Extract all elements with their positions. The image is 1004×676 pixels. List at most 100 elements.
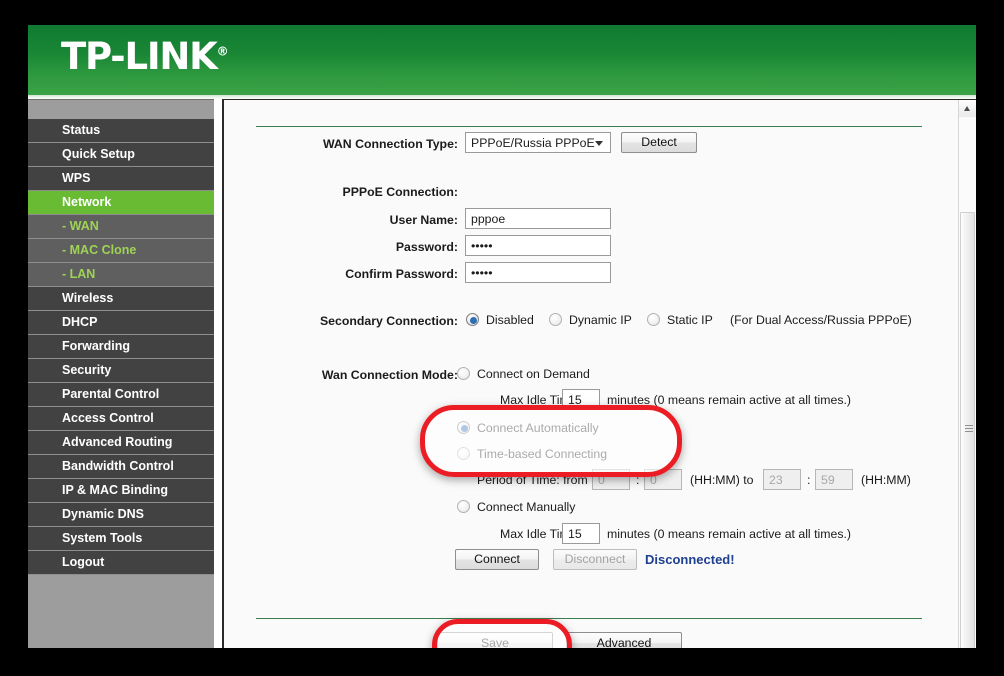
sidebar-item-label: - MAC Clone <box>62 243 137 257</box>
period-of-time-label: Period of Time: from <box>477 473 588 487</box>
sidebar-item-label: - WAN <box>62 219 99 233</box>
logo-text: TP-LINK <box>61 35 218 78</box>
sidebar-item-label: Parental Control <box>62 387 160 401</box>
sidebar-item-lan[interactable]: - LAN <box>28 263 214 287</box>
sidebar-item-label: Wireless <box>62 291 114 305</box>
pppoe-connection-label: PPPoE Connection: <box>342 185 458 199</box>
sidebar-item-label: - LAN <box>62 267 96 281</box>
connect-automatically-label: Connect Automatically <box>477 421 599 435</box>
scroll-up-arrow-icon[interactable] <box>959 100 976 117</box>
sidebar-item-dynamic-dns[interactable]: Dynamic DNS <box>28 503 214 527</box>
sidebar-item-label: DHCP <box>62 315 98 329</box>
password-label: Password: <box>395 240 458 254</box>
detect-button[interactable]: Detect <box>621 132 697 153</box>
sidebar-item-label: WPS <box>62 171 91 185</box>
sidebar-item-ip-mac-binding[interactable]: IP & MAC Binding <box>28 479 214 503</box>
secondary-static-ip-label: Static IP <box>667 313 713 327</box>
sidebar-item-parental-control[interactable]: Parental Control <box>28 383 214 407</box>
scrollbar-thumb[interactable] <box>960 212 975 648</box>
period-format-hint-1: (HH:MM) to <box>690 473 754 487</box>
period-from-hour-input[interactable] <box>592 469 630 490</box>
sidebar-item-label: Security <box>62 363 112 377</box>
secondary-dynamic-ip-radio[interactable] <box>549 313 562 326</box>
user-name-label: User Name: <box>389 213 458 227</box>
sidebar-item-dhcp[interactable]: DHCP <box>28 311 214 335</box>
connect-automatically-radio[interactable] <box>457 421 470 434</box>
sidebar-item-forwarding[interactable]: Forwarding <box>28 335 214 359</box>
sidebar-item-logout[interactable]: Logout <box>28 551 214 575</box>
manual-max-idle-time-input[interactable] <box>562 523 600 544</box>
sidebar-item-label: Status <box>62 123 101 137</box>
connect-on-demand-label: Connect on Demand <box>477 367 590 381</box>
registered-trademark-icon: ® <box>216 44 229 59</box>
divider-top <box>256 126 922 127</box>
secondary-static-ip-radio[interactable] <box>647 313 660 326</box>
user-name-input[interactable] <box>465 208 611 229</box>
divider-bottom <box>256 618 922 619</box>
sidebar-item-security[interactable]: Security <box>28 359 214 383</box>
sidebar-top-spacer <box>28 100 214 119</box>
time-based-connecting-radio[interactable] <box>457 447 470 460</box>
secondary-connection-note: (For Dual Access/Russia PPPoE) <box>730 313 912 327</box>
header-banner: TP-LINK® <box>28 25 976 95</box>
scrollbar-track[interactable] <box>959 117 976 648</box>
wan-connection-mode-label: Wan Connection Mode: <box>321 368 458 382</box>
secondary-dynamic-ip-label: Dynamic IP <box>569 313 632 327</box>
secondary-disabled-radio[interactable] <box>466 313 479 326</box>
scrollbar-grip-icon <box>965 425 973 433</box>
sidebar-item-quick-setup[interactable]: Quick Setup <box>28 143 214 167</box>
wan-connection-type-value: PPPoE/Russia PPPoE <box>471 136 595 150</box>
sidebar-item-label: Forwarding <box>62 339 131 353</box>
disconnect-button: Disconnect <box>553 549 637 570</box>
sidebar-item-label: Logout <box>62 555 105 569</box>
page-body: Status Quick Setup WPS Network - WAN - MAC Cl… <box>28 99 976 648</box>
sidebar-item-wireless[interactable]: Wireless <box>28 287 214 311</box>
sidebar-item-mac-clone[interactable]: - MAC Clone <box>28 239 214 263</box>
period-to-hour-input[interactable] <box>763 469 801 490</box>
period-format-hint-2: (HH:MM) <box>861 473 911 487</box>
demand-max-idle-time-input[interactable] <box>562 389 600 410</box>
sidebar-item-network[interactable]: Network <box>28 191 214 215</box>
sidebar-item-label: System Tools <box>62 531 143 545</box>
router-admin-page: TP-LINK® Status Quick Setup WPS Network - WA… <box>28 25 976 648</box>
confirm-password-input[interactable] <box>465 262 611 283</box>
connect-manually-label: Connect Manually <box>477 500 576 514</box>
period-separator-2: : <box>807 473 811 487</box>
connect-on-demand-radio[interactable] <box>457 367 470 380</box>
sidebar-item-status[interactable]: Status <box>28 119 214 143</box>
sidebar-item-system-tools[interactable]: System Tools <box>28 527 214 551</box>
sidebar-item-advanced-routing[interactable]: Advanced Routing <box>28 431 214 455</box>
connect-manually-radio[interactable] <box>457 500 470 513</box>
tp-link-logo: TP-LINK® <box>61 35 229 78</box>
chevron-down-icon <box>595 141 603 146</box>
wan-connection-type-select[interactable]: PPPoE/Russia PPPoE <box>465 132 611 153</box>
sidebar-item-label: Quick Setup <box>62 147 135 161</box>
sidebar-item-label: Advanced Routing <box>62 435 173 449</box>
sidebar-item-label: Dynamic DNS <box>62 507 144 521</box>
period-to-minute-input[interactable] <box>815 469 853 490</box>
sidebar-item-wps[interactable]: WPS <box>28 167 214 191</box>
confirm-password-label: Confirm Password: <box>345 267 458 281</box>
content-scrollbar[interactable] <box>958 100 976 648</box>
advanced-button[interactable]: Advanced <box>566 632 682 648</box>
sidebar-item-label: Bandwidth Control <box>62 459 174 473</box>
period-from-minute-input[interactable] <box>644 469 682 490</box>
period-separator-1: : <box>636 473 640 487</box>
sidebar-item-access-control[interactable]: Access Control <box>28 407 214 431</box>
sidebar-item-list: Status Quick Setup WPS Network - WAN - MAC Cl… <box>28 119 214 575</box>
screenshot-canvas: TP-LINK® Status Quick Setup WPS Network - WA… <box>0 0 1004 676</box>
manual-max-idle-time-suffix: minutes (0 means remain active at all ti… <box>607 527 851 541</box>
sidebar-item-label: IP & MAC Binding <box>62 483 169 497</box>
sidebar-nav: Status Quick Setup WPS Network - WAN - MAC Cl… <box>28 99 214 648</box>
sidebar-item-wan[interactable]: - WAN <box>28 215 214 239</box>
password-input[interactable] <box>465 235 611 256</box>
sidebar-item-bandwidth-control[interactable]: Bandwidth Control <box>28 455 214 479</box>
highlight-connect-automatically <box>420 405 682 477</box>
wan-settings-form: WAN Connection Type: PPPoE/Russia PPPoE … <box>224 100 960 648</box>
save-button[interactable]: Save <box>437 632 553 648</box>
connect-button[interactable]: Connect <box>455 549 539 570</box>
sidebar-item-label: Network <box>62 195 112 209</box>
wan-connection-type-label: WAN Connection Type: <box>322 137 458 151</box>
connection-status-text: Disconnected! <box>645 552 735 567</box>
sidebar-item-label: Access Control <box>62 411 154 425</box>
